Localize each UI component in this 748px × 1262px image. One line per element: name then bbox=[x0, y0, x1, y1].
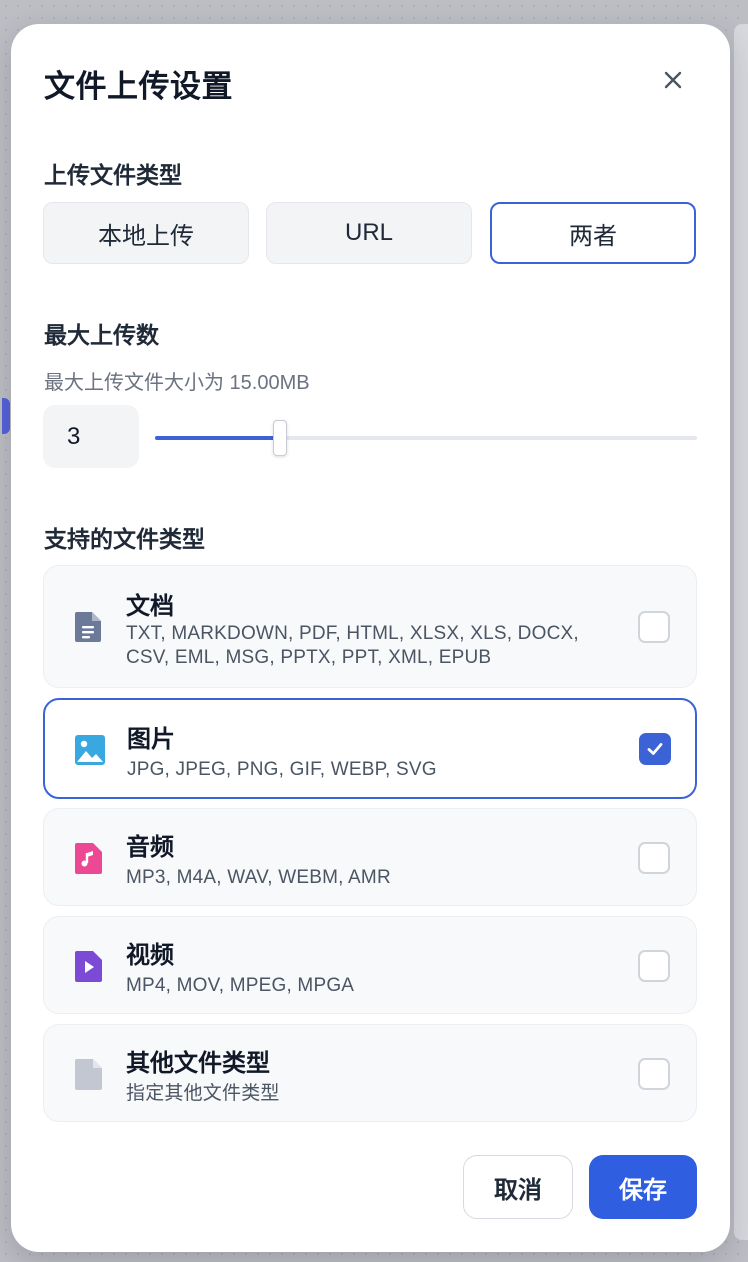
file-type-extensions: 指定其他文件类型 bbox=[126, 1083, 280, 1104]
checkmark-icon bbox=[647, 743, 663, 755]
image-icon bbox=[75, 735, 105, 765]
file-type-card-video[interactable]: 视频 MP4, MOV, MPEG, MPGA bbox=[43, 916, 697, 1014]
file-type-extensions: MP4, MOV, MPEG, MPGA bbox=[126, 975, 355, 996]
image-checkbox[interactable] bbox=[639, 733, 671, 765]
video-checkbox[interactable] bbox=[638, 950, 670, 982]
slider-fill bbox=[155, 436, 280, 440]
file-type-extensions: JPG, JPEG, PNG, GIF, WEBP, SVG bbox=[127, 759, 437, 780]
file-type-card-image[interactable]: 图片 JPG, JPEG, PNG, GIF, WEBP, SVG bbox=[43, 698, 697, 799]
audio-checkbox[interactable] bbox=[638, 842, 670, 874]
slider-thumb[interactable] bbox=[273, 420, 287, 456]
upload-type-local-button[interactable]: 本地上传 bbox=[43, 202, 249, 264]
file-types-label: 支持的文件类型 bbox=[44, 526, 205, 552]
file-type-card-other[interactable]: 其他文件类型 指定其他文件类型 bbox=[43, 1024, 697, 1122]
max-upload-label: 最大上传数 bbox=[44, 322, 159, 348]
file-type-extensions: TXT, MARKDOWN, PDF, HTML, XLSX, XLS, DOC… bbox=[126, 623, 579, 668]
save-button[interactable]: 保存 bbox=[589, 1155, 697, 1219]
document-icon bbox=[75, 612, 101, 642]
file-type-card-document[interactable]: 文档 TXT, MARKDOWN, PDF, HTML, XLSX, XLS, … bbox=[43, 565, 697, 688]
file-type-extensions: MP3, M4A, WAV, WEBM, AMR bbox=[126, 867, 391, 888]
upload-type-url-button[interactable]: URL bbox=[266, 202, 472, 264]
close-icon bbox=[664, 71, 682, 89]
file-type-name: 音频 bbox=[126, 834, 174, 861]
file-type-name: 文档 bbox=[126, 593, 174, 620]
file-type-name: 图片 bbox=[127, 726, 175, 753]
close-button[interactable] bbox=[655, 62, 691, 98]
video-icon bbox=[75, 951, 102, 982]
dialog-title: 文件上传设置 bbox=[44, 69, 233, 104]
cancel-button[interactable]: 取消 bbox=[463, 1155, 573, 1219]
document-checkbox[interactable] bbox=[638, 611, 670, 643]
background-chip bbox=[2, 398, 10, 434]
max-upload-slider[interactable] bbox=[155, 420, 697, 456]
other-checkbox[interactable] bbox=[638, 1058, 670, 1090]
max-upload-size-hint: 最大上传文件大小为 15.00MB bbox=[44, 372, 310, 394]
file-icon bbox=[75, 1059, 102, 1090]
file-type-name: 其他文件类型 bbox=[126, 1050, 270, 1077]
file-type-card-audio[interactable]: 音频 MP3, M4A, WAV, WEBM, AMR bbox=[43, 808, 697, 906]
upload-type-label: 上传文件类型 bbox=[44, 162, 182, 188]
upload-type-both-button[interactable]: 两者 bbox=[490, 202, 696, 264]
background-panel bbox=[734, 24, 748, 1240]
file-type-name: 视频 bbox=[126, 942, 174, 969]
max-upload-input[interactable]: 3 bbox=[43, 405, 139, 468]
audio-icon bbox=[75, 843, 102, 874]
upload-settings-dialog: 文件上传设置 上传文件类型 本地上传 URL 两者 最大上传数 最大上传文件大小… bbox=[11, 24, 730, 1252]
